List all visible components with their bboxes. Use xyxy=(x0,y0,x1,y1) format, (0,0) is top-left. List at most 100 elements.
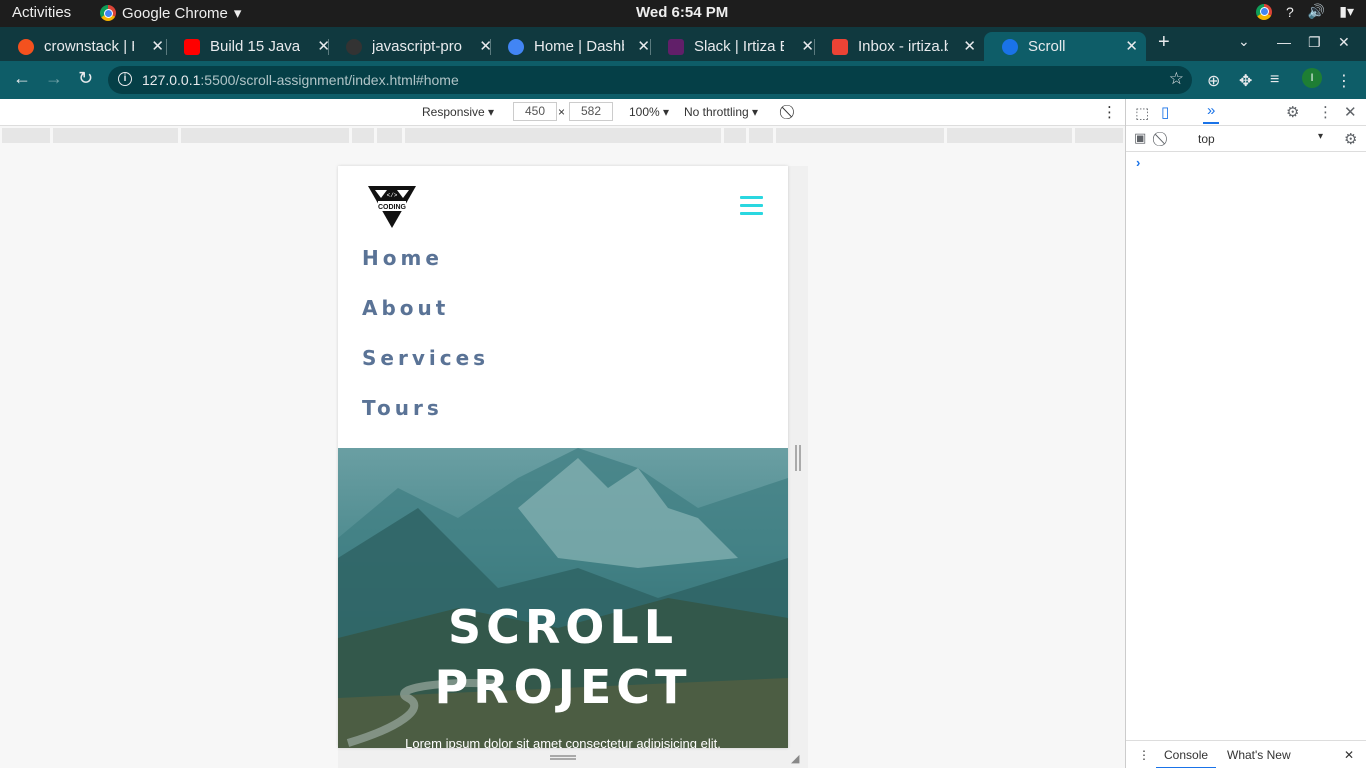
tab-scroll[interactable]: Scroll ✕ xyxy=(984,32,1146,61)
globe-icon xyxy=(1002,38,1018,55)
github-icon xyxy=(346,38,362,55)
volume-icon[interactable]: 🔊 xyxy=(1308,3,1325,20)
battery-icon[interactable]: ▮▾ xyxy=(1339,3,1354,20)
settings-gear-icon[interactable]: ⚙ xyxy=(1286,103,1299,121)
tab-slack[interactable]: Slack | Irtiza Ba ✕ xyxy=(650,32,822,61)
reload-icon[interactable]: ↻ xyxy=(78,68,93,89)
clock[interactable]: Wed 6:54 PM xyxy=(636,4,728,21)
zoom-select[interactable]: 100% ▾ xyxy=(629,105,669,119)
device-more-icon[interactable]: ⋮ xyxy=(1102,103,1117,121)
url-text[interactable]: 127.0.0.1:5500/scroll-assignment/index.h… xyxy=(142,72,459,88)
tab-label: Home | Dashb xyxy=(534,38,624,55)
hero-title-line-1: SCROLL xyxy=(447,600,679,654)
globe-extension-icon[interactable]: ⊕ xyxy=(1207,71,1220,91)
forward-icon[interactable]: → xyxy=(45,68,63,89)
more-tabs-icon[interactable]: » xyxy=(1203,102,1220,124)
device-toggle-icon[interactable]: ▯ xyxy=(1161,103,1169,121)
address-bar[interactable]: i 127.0.0.1:5500/scroll-assignment/index… xyxy=(108,66,1192,94)
bookmark-star-icon[interactable]: ☆ xyxy=(1169,69,1184,89)
close-icon[interactable]: ✕ xyxy=(637,37,650,55)
tab-label: javascript-pro xyxy=(372,38,462,55)
puzzle-extensions-icon[interactable]: ✥ xyxy=(1239,71,1252,91)
profile-avatar[interactable]: I xyxy=(1302,68,1322,88)
devtools-menu-icon[interactable]: ⋮ xyxy=(1318,103,1333,121)
chevron-down-icon: ▾ xyxy=(233,5,242,22)
height-input[interactable]: 582 xyxy=(569,102,613,121)
app-name: Google Chrome xyxy=(122,4,228,22)
tab-search-icon[interactable]: ⌄ xyxy=(1238,33,1250,50)
resize-corner-icon[interactable]: ◢ xyxy=(791,752,803,765)
svg-text:CODING: CODING xyxy=(378,204,407,211)
tab-label: crownstack | H xyxy=(44,38,134,55)
nav-link-services[interactable]: Services xyxy=(362,346,489,370)
minimize-icon[interactable]: — xyxy=(1277,34,1291,50)
tab-console[interactable]: Console xyxy=(1156,748,1217,768)
media-query-ruler[interactable] xyxy=(0,128,1125,144)
resize-handle-right[interactable] xyxy=(795,445,801,471)
slack-icon xyxy=(668,38,684,55)
dimension-separator: × xyxy=(558,105,566,119)
help-icon[interactable]: ? xyxy=(1286,4,1294,20)
tab-javascript-projects[interactable]: javascript-pro ✕ xyxy=(328,32,500,61)
close-icon[interactable]: ✕ xyxy=(801,37,814,55)
chrome-icon xyxy=(100,5,116,21)
crownstack-icon xyxy=(18,38,34,55)
device-select[interactable]: Responsive ▾ xyxy=(422,105,494,119)
youtube-icon xyxy=(184,38,200,55)
window-close-icon[interactable]: ✕ xyxy=(1338,34,1350,51)
gmail-icon xyxy=(832,38,848,55)
console-prompt-icon[interactable]: › xyxy=(1136,155,1140,170)
browser-toolbar: ← → ↻ i 127.0.0.1:5500/scroll-assignment… xyxy=(0,61,1366,99)
system-tray[interactable]: ? 🔊 ▮▾ xyxy=(1256,3,1354,20)
close-icon[interactable]: ✕ xyxy=(151,37,164,55)
drawer-tabs: ⋮ Console What's New ✕ xyxy=(1126,740,1366,768)
activities-button[interactable]: Activities xyxy=(12,4,71,21)
resize-handle-bottom[interactable] xyxy=(550,755,576,760)
devtools-close-icon[interactable]: ✕ xyxy=(1344,103,1357,121)
tab-whats-new[interactable]: What's New xyxy=(1227,748,1291,762)
close-icon[interactable]: ✕ xyxy=(1125,37,1138,55)
tab-crownstack[interactable]: crownstack | H ✕ xyxy=(0,32,172,61)
console-settings-icon[interactable]: ⚙ xyxy=(1344,130,1357,148)
coding-logo[interactable]: CODING </> xyxy=(366,184,418,230)
drawer-menu-icon[interactable]: ⋮ xyxy=(1138,748,1150,762)
drawer-close-icon[interactable]: ✕ xyxy=(1344,748,1354,762)
console-toolbar: ▣ ⃠ top ▾ ⚙ xyxy=(1126,126,1366,152)
inspect-element-icon[interactable]: ⬚ xyxy=(1135,104,1149,122)
chevron-down-icon[interactable]: ▾ xyxy=(1318,131,1323,142)
tab-label: Inbox - irtiza.b xyxy=(858,38,948,55)
nav-link-about[interactable]: About xyxy=(362,296,449,320)
hero-section: SCROLL PROJECT Lorem ipsum dolor sit ame… xyxy=(338,448,788,748)
tab-label: Scroll xyxy=(1028,38,1066,55)
tab-inbox[interactable]: Inbox - irtiza.b ✕ xyxy=(814,32,984,61)
chrome-menu-icon[interactable]: ⋮ xyxy=(1336,71,1352,91)
chrome-tray-icon[interactable] xyxy=(1256,3,1273,20)
tab-home-dashboard[interactable]: Home | Dashb ✕ xyxy=(490,32,658,61)
throttling-select[interactable]: No throttling ▾ xyxy=(684,105,758,119)
close-icon[interactable]: ✕ xyxy=(963,37,976,55)
media-control-icon[interactable]: ≡ xyxy=(1270,71,1279,89)
tab-build-15-javascript[interactable]: Build 15 JavaS ✕ xyxy=(166,32,338,61)
hamburger-menu-icon[interactable] xyxy=(740,196,763,215)
nav-link-tours[interactable]: Tours xyxy=(362,396,443,420)
back-icon[interactable]: ← xyxy=(13,68,31,89)
new-tab-button[interactable]: + xyxy=(1158,31,1170,54)
app-menu[interactable]: Google Chrome ▾ xyxy=(100,4,241,22)
nav-link-home[interactable]: Home xyxy=(362,246,443,270)
tab-label: Build 15 JavaS xyxy=(210,38,300,55)
maximize-icon[interactable]: ❐ xyxy=(1308,34,1321,51)
devtools-panel: ⬚ ▯ » ⚙ ⋮ ✕ ▣ ⃠ top ▾ ⚙ › ⋮ Console What… xyxy=(1125,99,1366,768)
sidebar-toggle-icon[interactable]: ▣ xyxy=(1134,130,1146,146)
device-viewport: CODING </> Home About Services Tours SCR… xyxy=(338,166,788,748)
site-info-icon[interactable]: i xyxy=(118,72,132,86)
system-top-bar: Activities Google Chrome ▾ Wed 6:54 PM ?… xyxy=(0,0,1366,27)
device-toolbar: Responsive ▾ 450 × 582 100% ▾ No throttl… xyxy=(0,99,1125,126)
width-input[interactable]: 450 xyxy=(513,102,557,121)
hero-lead-text: Lorem ipsum dolor sit amet consectetur a… xyxy=(405,736,721,748)
tab-label: Slack | Irtiza Ba xyxy=(694,38,784,55)
svg-text:</>: </> xyxy=(387,192,398,199)
context-select[interactable]: top xyxy=(1198,132,1215,146)
hero-title-line-2: PROJECT xyxy=(434,660,692,714)
k-icon xyxy=(508,38,524,55)
devtools-header: ⬚ ▯ » ⚙ ⋮ ✕ xyxy=(1126,99,1366,126)
